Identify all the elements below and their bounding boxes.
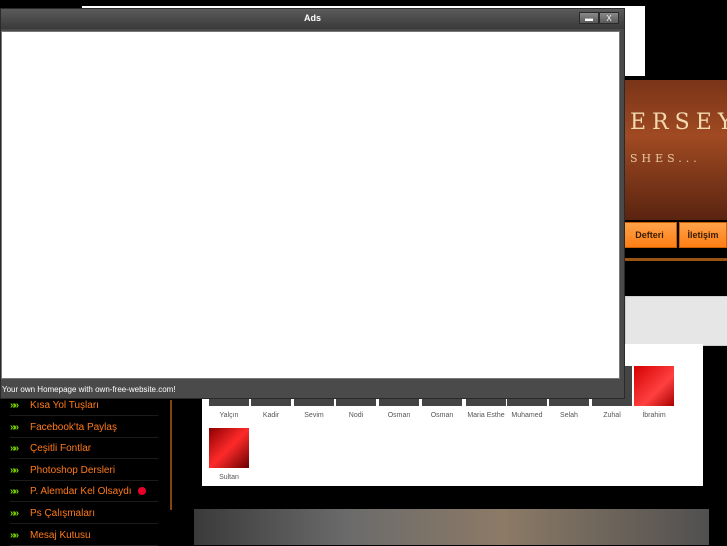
arrows-icon: »»: [10, 421, 19, 433]
banner-subtitle: SHES...: [630, 152, 701, 165]
member-name: Zuhal: [603, 412, 621, 419]
member-name: Kadir: [262, 412, 280, 419]
sidebar-item-label: Facebook'ta Paylaş: [30, 421, 117, 433]
close-button[interactable]: X: [599, 12, 619, 24]
arrows-icon: »»: [10, 442, 19, 454]
sidebar-item-calismalar[interactable]: »» Ps Çalışmaları: [10, 503, 158, 524]
arrows-icon: »»: [10, 464, 19, 476]
sidebar-item-facebook[interactable]: »» Facebook'ta Paylaş: [10, 417, 158, 438]
ads-window: Ads ▬ X Your own Homepage with own-free-…: [0, 8, 625, 399]
site-banner: ERSEY SHES...: [622, 80, 727, 220]
nav-divider: [622, 258, 727, 261]
arrows-icon: »»: [10, 399, 19, 411]
ads-footer: Your own Homepage with own-free-website.…: [1, 383, 624, 399]
member-name: Yalçın: [219, 412, 239, 419]
sidebar-item-label: Çeşitli Fontlar: [30, 442, 92, 454]
sidebar-divider: [170, 400, 172, 510]
member-name: Muhamed: [511, 412, 543, 419]
ads-content-area[interactable]: [1, 31, 620, 379]
member-name: Osman: [430, 412, 454, 419]
content-panel: [625, 296, 727, 346]
minimize-button[interactable]: ▬: [579, 12, 599, 24]
sidebar-item-mesaj[interactable]: »» Mesaj Kutusu: [10, 525, 158, 546]
ads-titlebar[interactable]: Ads ▬ X: [1, 9, 624, 29]
sidebar-item-label: P. Alemdar Kel Olsaydı: [30, 485, 132, 497]
sidebar-item-label: Kısa Yol Tuşları: [30, 399, 99, 411]
nav-item-iletisim[interactable]: İletişim: [679, 222, 727, 248]
avatar: [209, 428, 249, 468]
member-name: Osman: [387, 412, 411, 419]
sidebar-item-label: Photoshop Dersleri: [30, 464, 116, 476]
sidebar-menu: »» Kısa Yol Tuşları »» Facebook'ta Paylaş …: [0, 395, 170, 546]
member-name: Sultan: [219, 474, 239, 481]
arrows-icon: »»: [10, 507, 19, 519]
ads-window-title: Ads: [303, 13, 321, 23]
sidebar-item-label: Ps Çalışmaları: [30, 507, 96, 519]
member-name: Sevim: [304, 412, 324, 419]
sidebar-item-photoshop[interactable]: »» Photoshop Dersleri: [10, 460, 158, 481]
member-name: Selah: [560, 412, 578, 419]
arrows-icon: »»: [10, 529, 19, 541]
window-controls: ▬ X: [579, 12, 619, 24]
member-item[interactable]: Sultan: [208, 428, 250, 481]
sidebar-item-label: Mesaj Kutusu: [30, 529, 91, 541]
arrows-icon: »»: [10, 485, 19, 497]
top-nav: Defteri İletişim: [622, 222, 727, 248]
member-item[interactable]: İbrahim: [633, 366, 675, 419]
member-name: Nodi: [348, 412, 364, 419]
sidebar-item-alemdar[interactable]: »» P. Alemdar Kel Olsaydı: [10, 481, 158, 502]
nav-item-defteri[interactable]: Defteri: [622, 222, 677, 248]
member-name: İbrahim: [642, 412, 666, 419]
avatar: [634, 366, 674, 406]
new-badge-icon: [137, 487, 146, 495]
featured-photo: [194, 509, 709, 545]
ads-footer-link[interactable]: Your own Homepage with own-free-website.…: [2, 385, 176, 394]
banner-title: ERSEY: [630, 110, 727, 135]
minimize-icon: ▬: [585, 14, 593, 23]
member-name: Maria Esthe: [467, 412, 505, 419]
sidebar-item-fontlar[interactable]: »» Çeşitli Fontlar: [10, 438, 158, 459]
